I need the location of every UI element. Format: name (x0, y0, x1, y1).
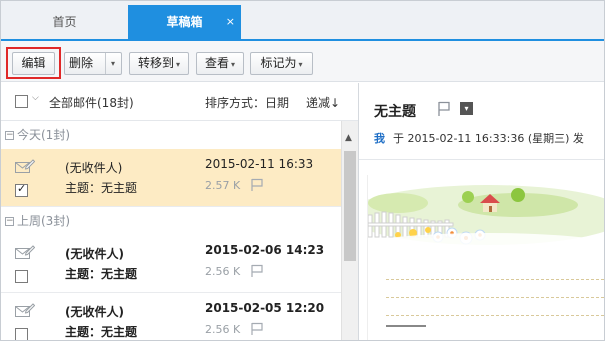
mail-list-header: ⌵ 全部邮件(18封) 排序方式：日期 递减↓ (1, 83, 358, 121)
tab-home[interactable]: 首页 (1, 1, 128, 39)
mail-date: 2015-02-11 16:33 (205, 157, 314, 171)
preview-meta: 我于 2015-02-11 16:33:36 (星期三) 发 (374, 130, 584, 146)
mark-as-button[interactable]: 标记为 ▾ (250, 52, 313, 75)
mail-row[interactable]: (无收件人) 主题：无主题 2015-02-05 12:20 2.56 K (1, 293, 341, 340)
view-label: 查看 (204, 56, 229, 70)
select-all-label: 全部邮件(18封) (49, 96, 134, 110)
chevron-down-icon[interactable]: ▾ (111, 53, 115, 74)
view-button[interactable]: 查看 ▾ (196, 52, 244, 75)
sort-by-date[interactable]: 排序方式：日期 (205, 94, 289, 111)
mail-subject: 主题：无主题 (65, 181, 138, 195)
garden-illustration (359, 175, 604, 265)
delete-label: 删除 (69, 56, 94, 70)
stationery-image (359, 175, 604, 340)
divider (359, 159, 604, 160)
collapse-icon[interactable]: − (5, 131, 14, 140)
mail-recipient: (无收件人) (65, 305, 124, 319)
flag-icon[interactable] (250, 322, 264, 336)
move-to-label: 转移到 (137, 56, 174, 70)
scrollbar-thumb[interactable] (344, 151, 356, 261)
close-icon[interactable]: × (226, 5, 235, 39)
stationery-line (386, 279, 604, 280)
draft-envelope-icon (15, 159, 35, 173)
mail-checkbox[interactable] (15, 328, 28, 340)
chevron-down-icon[interactable]: ▾ (460, 102, 473, 115)
chevron-down-icon: ▾ (298, 60, 303, 69)
flag-icon[interactable] (250, 178, 264, 192)
toolbar: 编辑 删除 ▾ 转移到 ▾ 查看 ▾ 标记为 ▾ (1, 41, 604, 82)
list-scrollbar[interactable]: ▲ (341, 121, 358, 340)
group-label: 上周(3封) (17, 214, 70, 228)
mail-window: 首页 草稿箱 × 编辑 删除 ▾ 转移到 ▾ 查看 ▾ 标记为 ▾ ⌵ 全部邮件(18… (0, 0, 605, 341)
delete-button[interactable]: 删除 ▾ (64, 52, 122, 75)
mail-recipient: (无收件人) (65, 247, 124, 261)
mail-checkbox[interactable] (15, 182, 28, 197)
sender-link[interactable]: 我 (374, 132, 385, 145)
sort-order-toggle[interactable]: 递减↓ (306, 94, 340, 111)
mail-date: 2015-02-06 14:23 (205, 243, 325, 257)
sent-time: 于 2015-02-11 16:33:36 (星期三) 发 (393, 132, 584, 145)
mail-checkbox[interactable] (15, 270, 28, 283)
mail-size: 2.56 K (205, 323, 241, 336)
preview-pane: 无主题 ▾ 我于 2015-02-11 16:33:36 (星期三) 发 (359, 83, 604, 340)
preview-title: 无主题 (374, 104, 416, 120)
mail-size: 2.57 K (205, 179, 241, 192)
move-to-button[interactable]: 转移到 ▾ (129, 52, 189, 75)
tab-drafts-label: 草稿箱 (166, 15, 203, 29)
draft-envelope-icon (15, 303, 35, 317)
mark-as-label: 标记为 (260, 56, 297, 70)
flag-icon[interactable] (250, 264, 264, 278)
select-all-checkbox[interactable] (15, 95, 28, 108)
signature-line (386, 325, 426, 327)
collapse-icon[interactable]: − (5, 217, 14, 226)
group-today[interactable]: − 今天(1封) (1, 122, 341, 148)
edit-button[interactable]: 编辑 (12, 52, 55, 75)
mail-row[interactable]: (无收件人) 主题：无主题 2015-02-11 16:33 2.57 K (1, 149, 341, 207)
mail-row[interactable]: (无收件人) 主题：无主题 2015-02-06 14:23 2.56 K (1, 235, 341, 293)
group-label: 今天(1封) (17, 128, 70, 142)
mail-subject: 主题：无主题 (65, 267, 138, 281)
stationery-line (386, 315, 604, 316)
flag-icon[interactable] (436, 101, 452, 117)
mail-subject: 主题：无主题 (65, 325, 138, 339)
split-divider (105, 53, 106, 74)
group-last-week[interactable]: − 上周(3封) (1, 208, 341, 234)
mail-date: 2015-02-05 12:20 (205, 301, 325, 315)
chevron-down-icon: ▾ (231, 60, 236, 69)
chevron-down-icon: ▾ (176, 60, 181, 69)
scroll-up-icon[interactable]: ▲ (345, 133, 352, 143)
mail-size: 2.56 K (205, 265, 241, 278)
chevron-down-icon[interactable]: ⌵ (32, 93, 39, 103)
stationery-line (386, 297, 604, 298)
tab-drafts[interactable]: 草稿箱 × (128, 5, 241, 39)
tab-bar: 首页 草稿箱 × (1, 1, 604, 41)
draft-envelope-icon (15, 245, 35, 259)
mail-recipient: (无收件人) (65, 161, 123, 175)
